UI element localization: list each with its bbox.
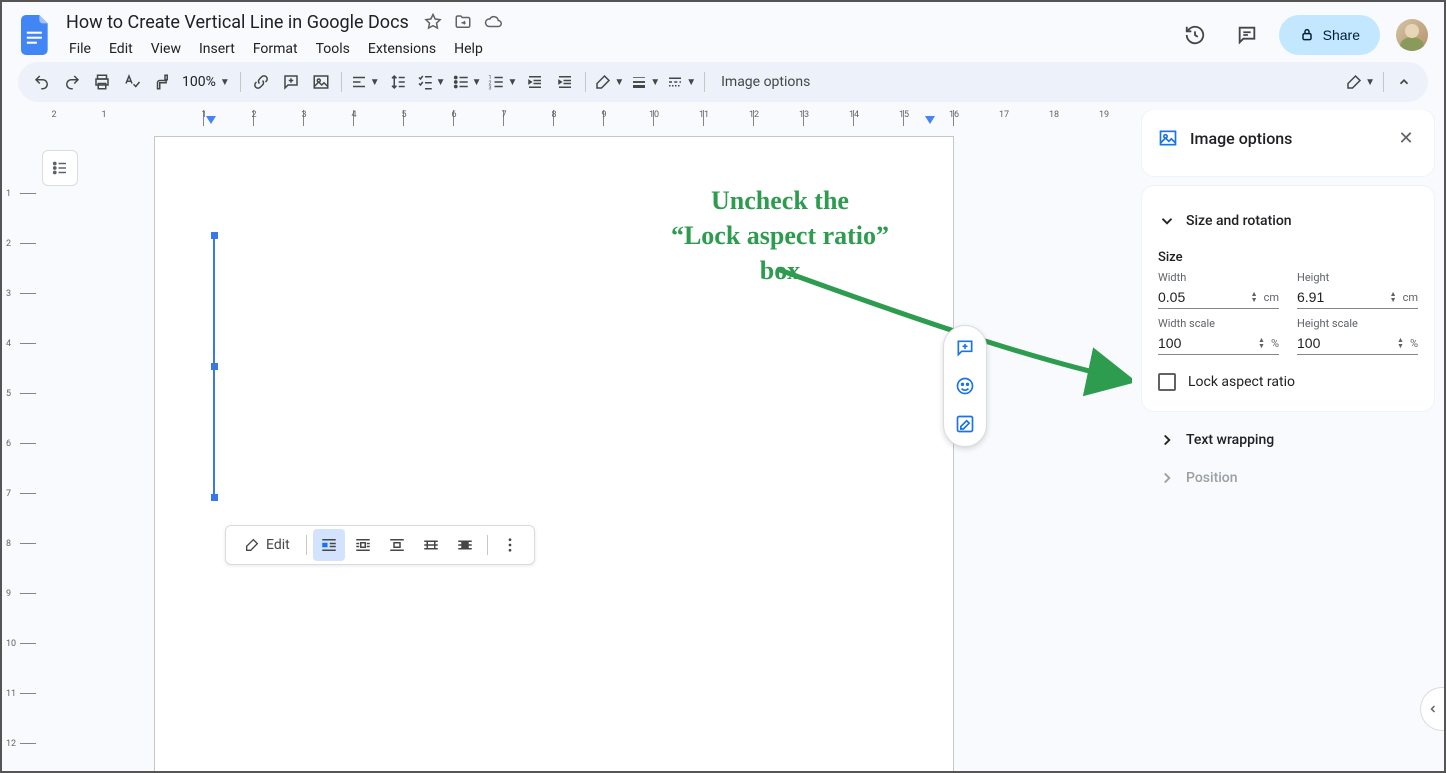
docs-logo[interactable] xyxy=(18,17,54,53)
collapse-toolbar-icon[interactable] xyxy=(1390,68,1418,96)
resize-handle-top[interactable] xyxy=(211,232,218,239)
increase-indent-icon[interactable] xyxy=(551,68,579,96)
menu-tools[interactable]: Tools xyxy=(309,37,357,61)
size-heading: Size xyxy=(1158,250,1418,265)
section-size-rotation[interactable]: Size and rotation xyxy=(1158,202,1418,240)
section-text-wrapping[interactable]: Text wrapping xyxy=(1142,421,1434,459)
align-icon[interactable]: ▼ xyxy=(348,68,382,96)
star-icon[interactable] xyxy=(423,12,443,32)
section-position: Position xyxy=(1142,459,1434,497)
comments-icon[interactable] xyxy=(1227,15,1267,55)
wrap-text-icon[interactable] xyxy=(347,529,379,561)
zoom-value: 100% xyxy=(182,74,216,90)
menu-view[interactable]: View xyxy=(144,37,188,61)
vertical-ruler[interactable]: 12345678910111213 xyxy=(2,126,36,771)
resize-handle-bottom[interactable] xyxy=(211,494,218,501)
share-button[interactable]: Share xyxy=(1279,15,1380,55)
more-options-icon[interactable] xyxy=(494,529,526,561)
edit-image-button[interactable]: Edit xyxy=(234,529,300,561)
width-scale-input[interactable]: ▲▼ % xyxy=(1158,332,1279,355)
checklist-icon[interactable]: ▼ xyxy=(414,68,448,96)
cloud-status-icon[interactable] xyxy=(483,12,503,32)
resize-handle-middle[interactable] xyxy=(211,363,218,370)
editing-mode-icon[interactable]: ▼ xyxy=(1343,68,1377,96)
menu-help[interactable]: Help xyxy=(447,37,490,61)
undo-icon[interactable] xyxy=(28,68,56,96)
width-label: Width xyxy=(1158,271,1279,284)
stepper-down[interactable]: ▼ xyxy=(1251,297,1258,303)
decrease-indent-icon[interactable] xyxy=(521,68,549,96)
menu-file[interactable]: File xyxy=(62,37,98,61)
document-area: 2112345678910111213141516171819 12345678… xyxy=(2,110,1132,771)
show-outline-icon[interactable] xyxy=(42,150,78,186)
svg-text:3: 3 xyxy=(489,86,492,92)
indent-marker-right[interactable] xyxy=(925,116,935,124)
share-label: Share xyxy=(1323,27,1360,43)
width-scale-label: Width scale xyxy=(1158,317,1279,330)
add-comment-icon[interactable] xyxy=(277,68,305,96)
height-label: Height xyxy=(1297,271,1418,284)
chevron-right-icon xyxy=(1158,431,1176,449)
zoom-select[interactable]: 100%▼ xyxy=(178,74,234,90)
horizontal-ruler[interactable]: 2112345678910111213141516171819 xyxy=(36,110,1132,126)
chevron-down-icon xyxy=(1158,212,1176,230)
behind-text-icon[interactable] xyxy=(415,529,447,561)
redo-icon[interactable] xyxy=(58,68,86,96)
height-input[interactable]: ▲▼ cm xyxy=(1297,286,1418,309)
line-spacing-icon[interactable] xyxy=(384,68,412,96)
document-title[interactable]: How to Create Vertical Line in Google Do… xyxy=(62,10,413,35)
menu-edit[interactable]: Edit xyxy=(102,37,140,61)
suggest-edits-icon[interactable] xyxy=(951,410,979,438)
in-front-text-icon[interactable] xyxy=(449,529,481,561)
spellcheck-icon[interactable] xyxy=(118,68,146,96)
border-weight-icon[interactable]: ▼ xyxy=(628,68,662,96)
main-toolbar: 100%▼ ▼ ▼ ▼ 123▼ ▼ ▼ ▼ Image options ▼ xyxy=(18,62,1428,102)
move-folder-icon[interactable] xyxy=(453,12,473,32)
bullet-list-icon[interactable]: ▼ xyxy=(450,68,484,96)
menubar: File Edit View Insert Format Tools Exten… xyxy=(62,37,1175,61)
add-emoji-icon[interactable] xyxy=(951,372,979,400)
insert-image-icon[interactable] xyxy=(307,68,335,96)
account-avatar[interactable] xyxy=(1396,19,1428,51)
border-dash-icon[interactable]: ▼ xyxy=(664,68,698,96)
indent-marker-left[interactable] xyxy=(206,116,216,124)
border-color-icon[interactable]: ▼ xyxy=(592,68,626,96)
app-header: How to Create Vertical Line in Google Do… xyxy=(2,2,1444,62)
break-text-icon[interactable] xyxy=(381,529,413,561)
comment-reaction-strip xyxy=(943,325,987,447)
menu-insert[interactable]: Insert xyxy=(192,37,242,61)
numbered-list-icon[interactable]: 123▼ xyxy=(485,68,519,96)
image-floating-toolbar: Edit xyxy=(225,525,535,565)
menu-extensions[interactable]: Extensions xyxy=(361,37,443,61)
height-scale-label: Height scale xyxy=(1297,317,1418,330)
document-page[interactable]: Edit Uncheck the “Lock aspect ratio” box xyxy=(154,136,954,771)
width-input[interactable]: ▲▼ cm xyxy=(1158,286,1279,309)
print-icon[interactable] xyxy=(88,68,116,96)
lock-aspect-ratio-checkbox[interactable] xyxy=(1158,373,1176,391)
height-scale-input[interactable]: ▲▼ % xyxy=(1297,332,1418,355)
close-panel-icon[interactable]: ✕ xyxy=(1394,126,1418,150)
edit-label: Edit xyxy=(266,537,290,553)
history-icon[interactable] xyxy=(1175,15,1215,55)
panel-title: Image options xyxy=(1190,129,1382,148)
paint-format-icon[interactable] xyxy=(148,68,176,96)
insert-link-icon[interactable] xyxy=(247,68,275,96)
wrap-inline-icon[interactable] xyxy=(313,529,345,561)
image-icon xyxy=(1158,128,1178,148)
tutorial-annotation: Uncheck the “Lock aspect ratio” box xyxy=(610,183,950,288)
add-comment-bubble-icon[interactable] xyxy=(951,334,979,362)
image-options-panel: Image options ✕ Size and rotation Size W… xyxy=(1132,110,1444,771)
menu-format[interactable]: Format xyxy=(246,37,305,61)
chevron-right-icon xyxy=(1158,469,1176,487)
lock-aspect-ratio-label: Lock aspect ratio xyxy=(1188,374,1295,390)
image-options-button[interactable]: Image options xyxy=(711,74,820,90)
